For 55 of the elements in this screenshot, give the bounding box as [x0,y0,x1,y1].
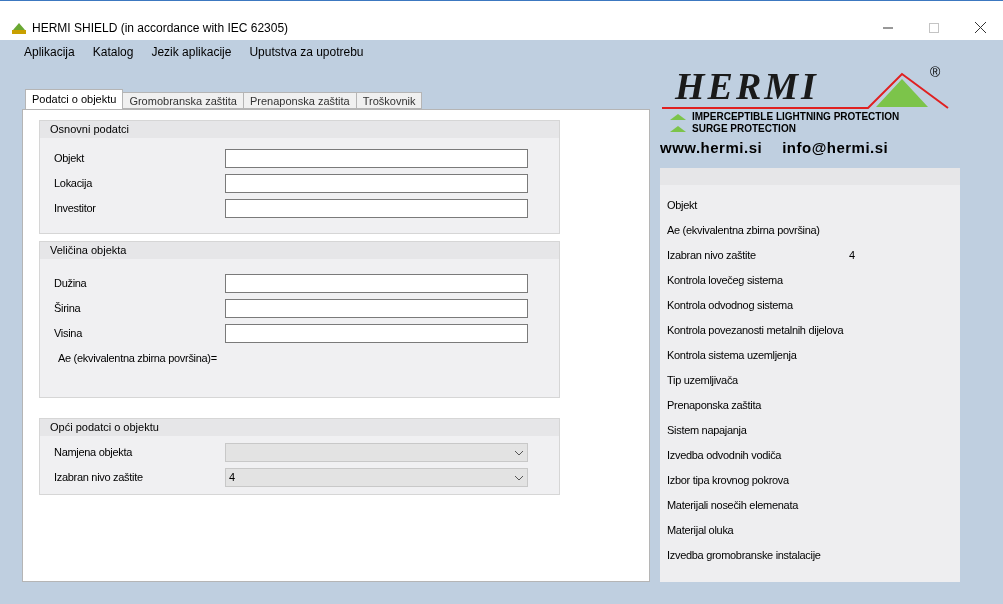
summary-label: Kontrola sistema uzemljenja [667,347,798,363]
text-field[interactable] [225,324,528,343]
tab[interactable]: Gromobranska zaštita [122,92,244,109]
tab[interactable]: Prenaponska zaštita [243,92,357,109]
field-label: Visina [54,326,84,342]
summary-label: Prenaponska zaštita [667,397,763,413]
menu-item[interactable]: Aplikacija [24,43,75,61]
chevron-down-icon [514,474,524,481]
summary-value: 4 [849,247,855,263]
summary-label: Izabran nivo zaštite [667,247,757,263]
field-label: Namjena objekta [54,445,134,461]
logo-tagline: IMPERCEPTIBLE LIGHTNING PROTECTION [692,111,900,123]
summary-label: Kontrola lovečeg sistema [667,272,784,288]
menu-item[interactable]: Jezik aplikacije [151,43,232,61]
window-title: HERMI SHIELD (in accordance with IEC 62305) [32,19,289,37]
summary-label: Izbor tipa krovnog pokrova [667,472,790,488]
maximize-icon [929,22,939,33]
field-label: Izabran nivo zaštite [54,470,144,486]
text-field[interactable] [225,149,528,168]
website-link[interactable]: www.hermi.si [660,137,763,160]
menu-item[interactable]: Uputstva za upotrebu [249,43,364,61]
summary-label: Kontrola povezanosti metalnih dijelova [667,322,845,338]
app-icon [12,21,26,34]
text-field[interactable] [225,274,528,293]
logo-tagline: SURGE PROTECTION [692,123,796,135]
group-header: Opći podatci o objektu [40,419,559,436]
summary-label: Objekt [667,197,699,213]
close-icon [974,22,986,33]
field-label: Širina [54,301,82,317]
group-header: Osnovni podatci [40,121,559,138]
tab[interactable]: Troškovnik [355,92,423,109]
field-label: Lokacija [54,176,94,192]
field-label: Dužina [54,276,88,292]
summary-label: Materijali nosečih elemenata [667,497,800,513]
summary-label: Izvedba odvodnih vodiča [667,447,783,463]
hermi-wordmark: HERMI ® [660,64,950,110]
tab[interactable]: Podatci o objektu [25,89,124,109]
text-field[interactable] [225,174,528,193]
summary-label: Kontrola odvodnog sistema [667,297,794,313]
field-label: Objekt [54,151,86,167]
field-label: Ae (ekvivalentna zbirna površina)= [58,351,217,367]
summary-label: Materijal oluka [667,522,735,538]
field-label: Investitor [54,201,97,217]
email-link[interactable]: info@hermi.si [782,137,889,160]
triangle-icon [670,126,686,132]
summary-label: Tip uzemljivača [667,372,739,388]
text-field[interactable] [225,199,528,218]
triangle-icon [670,114,686,120]
text-field[interactable] [225,299,528,318]
chevron-down-icon [514,449,524,456]
group-header: Veličina objekta [40,242,559,259]
summary-label: Ae (ekvivalentna zbirna površina) [667,222,821,238]
summary-label: Izvedba gromobranske instalacije [667,547,822,563]
summary-label: Sistem napajanja [667,422,748,438]
menu-item[interactable]: Katalog [92,43,134,61]
